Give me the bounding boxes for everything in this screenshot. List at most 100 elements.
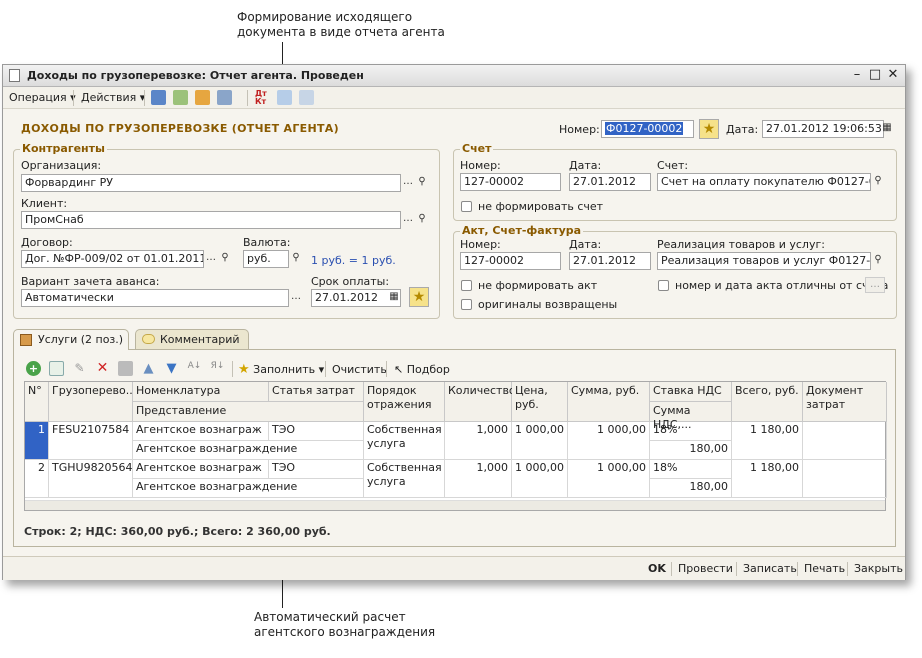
row2-repr[interactable]: Агентское вознаграждение (133, 479, 364, 498)
close-button[interactable]: Закрыть (854, 562, 903, 575)
col-header-sum[interactable]: Сумма, руб. (568, 382, 650, 422)
row2-nomen[interactable]: Агентское вознаграж (133, 460, 269, 479)
org-field[interactable]: Форвардинг РУ (21, 174, 401, 192)
ellipsis-button[interactable]: … (204, 251, 218, 267)
originals-checkbox[interactable] (461, 299, 472, 310)
row2-docexp[interactable] (803, 460, 887, 498)
save-button[interactable]: Записать (743, 562, 797, 575)
row2-cost[interactable]: ТЭО (269, 460, 364, 479)
row1-docexp[interactable] (803, 422, 887, 460)
move-icon[interactable] (151, 90, 166, 105)
search-icon[interactable]: ⚲ (415, 212, 429, 228)
maximize-icon[interactable]: □ (867, 67, 883, 83)
ellipsis-button[interactable]: … (289, 290, 303, 306)
col-header-cargo[interactable]: Грузоперево... (49, 382, 136, 422)
col-header-order[interactable]: Порядок отражения (364, 382, 445, 422)
row2-cargo[interactable]: TGHU9820564 (49, 460, 133, 498)
no-invoice-checkbox[interactable] (461, 201, 472, 212)
advance-field[interactable]: Автоматически (21, 289, 289, 307)
invoice-number-field[interactable]: 127-00002 (460, 173, 561, 191)
search-icon[interactable]: ⚲ (218, 251, 232, 267)
search-icon[interactable]: ⚲ (871, 253, 885, 269)
contract-field[interactable]: Дог. №ФР-009/02 от 01.01.2011 (21, 250, 204, 268)
row1-qty[interactable]: 1,000 (445, 422, 512, 460)
col-header-cost[interactable]: Статья затрат (269, 382, 364, 402)
fill-button[interactable]: ★ Заполнить ▾ (238, 362, 324, 377)
col-header-docexp[interactable]: Документ затрат (803, 382, 887, 422)
close-icon[interactable]: ✕ (885, 67, 901, 83)
sale-field[interactable]: Реализация товаров и услуг Ф0127-00002 (657, 252, 871, 270)
based-on-icon[interactable] (217, 90, 232, 105)
row2-vatsum[interactable]: 180,00 (650, 479, 732, 498)
ok-button[interactable]: OK (648, 562, 666, 575)
select-button[interactable]: ↖ Подбор (394, 363, 450, 376)
clear-button[interactable]: Очистить (332, 363, 387, 376)
number-field[interactable]: Ф0127-00002 (601, 120, 694, 138)
invoice-date-field[interactable]: 27.01.2012 (569, 173, 651, 191)
add-icon[interactable]: + (26, 361, 41, 376)
actions-menu[interactable]: Действия ▾ (81, 91, 145, 104)
act-date-field[interactable]: 27.01.2012 (569, 252, 651, 270)
horizontal-scrollbar[interactable] (25, 500, 885, 510)
sort-desc-icon[interactable]: Я↓ (210, 361, 225, 376)
col-header-vatsum[interactable]: Сумма НДС,... (650, 402, 732, 431)
row1-order[interactable]: Собственная услуга (364, 422, 445, 460)
col-header-price[interactable]: Цена, руб. (512, 382, 568, 422)
col-header-n[interactable]: N° (25, 382, 49, 422)
row1-nomen[interactable]: Агентское вознаграж (133, 422, 269, 441)
copy-row-icon[interactable] (49, 361, 64, 376)
tab-comment[interactable]: Комментарий (135, 329, 249, 350)
move-down-icon[interactable]: ▼ (164, 361, 179, 376)
client-field[interactable]: ПромСнаб (21, 211, 401, 229)
minimize-icon[interactable]: – (849, 67, 865, 83)
row1-cargo[interactable]: FESU2107584 (49, 422, 133, 460)
operation-menu[interactable]: Операция ▾ (9, 91, 76, 104)
row2-order[interactable]: Собственная услуга (364, 460, 445, 498)
col-header-repr[interactable]: Представление (133, 402, 364, 422)
row1-sum[interactable]: 1 000,00 (568, 422, 650, 460)
date-field[interactable]: 27.01.2012 19:06:53 (762, 120, 884, 138)
col-header-nomen[interactable]: Номенклатура (133, 382, 269, 402)
sort-asc-icon[interactable]: A↓ (187, 361, 202, 376)
ellipsis-button[interactable]: … (401, 175, 415, 191)
calendar-icon[interactable]: ▦ (387, 290, 401, 306)
hierarchy-icon[interactable] (299, 90, 314, 105)
search-icon[interactable]: ⚲ (415, 175, 429, 191)
exchange-rate-link[interactable]: 1 руб. = 1 руб. (311, 254, 396, 267)
col-header-qty[interactable]: Количество (445, 382, 516, 422)
star-icon[interactable]: ★ (409, 287, 429, 307)
row1-vat[interactable]: 18% (650, 422, 732, 441)
row1-price[interactable]: 1 000,00 (512, 422, 568, 460)
row2-sum[interactable]: 1 000,00 (568, 460, 650, 498)
num-differs-checkbox[interactable] (658, 280, 669, 291)
act-number-field[interactable]: 127-00002 (460, 252, 561, 270)
edit-icon[interactable]: ✎ (72, 361, 87, 376)
ellipsis-button[interactable]: … (401, 212, 415, 228)
move-up-icon[interactable]: ▲ (141, 361, 156, 376)
save-row-icon[interactable] (118, 361, 133, 376)
row1-n[interactable]: 1 (25, 422, 49, 460)
row1-repr[interactable]: Агентское вознаграждение (133, 441, 364, 460)
print-preview-icon[interactable] (195, 90, 210, 105)
invoice-acc-field[interactable]: Счет на оплату покупателю Ф0127-00002 (657, 173, 871, 191)
tab-services[interactable]: Услуги (2 поз.) (13, 329, 129, 350)
col-header-total[interactable]: Всего, руб. (732, 382, 803, 422)
no-act-checkbox[interactable] (461, 280, 472, 291)
delete-icon[interactable]: ✕ (95, 361, 110, 376)
post-button[interactable]: Провести (678, 562, 733, 575)
row2-qty[interactable]: 1,000 (445, 460, 512, 498)
row1-total[interactable]: 1 180,00 (732, 422, 803, 460)
currency-field[interactable]: руб. (243, 250, 289, 268)
row2-total[interactable]: 1 180,00 (732, 460, 803, 498)
structure-icon[interactable] (277, 90, 292, 105)
row2-vat[interactable]: 18% (650, 460, 732, 479)
search-icon[interactable]: ⚲ (871, 174, 885, 190)
dt-kt-icon[interactable]: Дт Кт (255, 90, 270, 106)
print-button[interactable]: Печать (804, 562, 845, 575)
col-header-vat[interactable]: Ставка НДС (650, 382, 732, 402)
calendar-icon[interactable]: ▦ (880, 121, 894, 137)
copy-icon[interactable] (173, 90, 188, 105)
ellipsis-button[interactable]: … (865, 277, 885, 293)
search-icon[interactable]: ⚲ (289, 251, 303, 267)
star-icon[interactable]: ★ (699, 119, 719, 139)
